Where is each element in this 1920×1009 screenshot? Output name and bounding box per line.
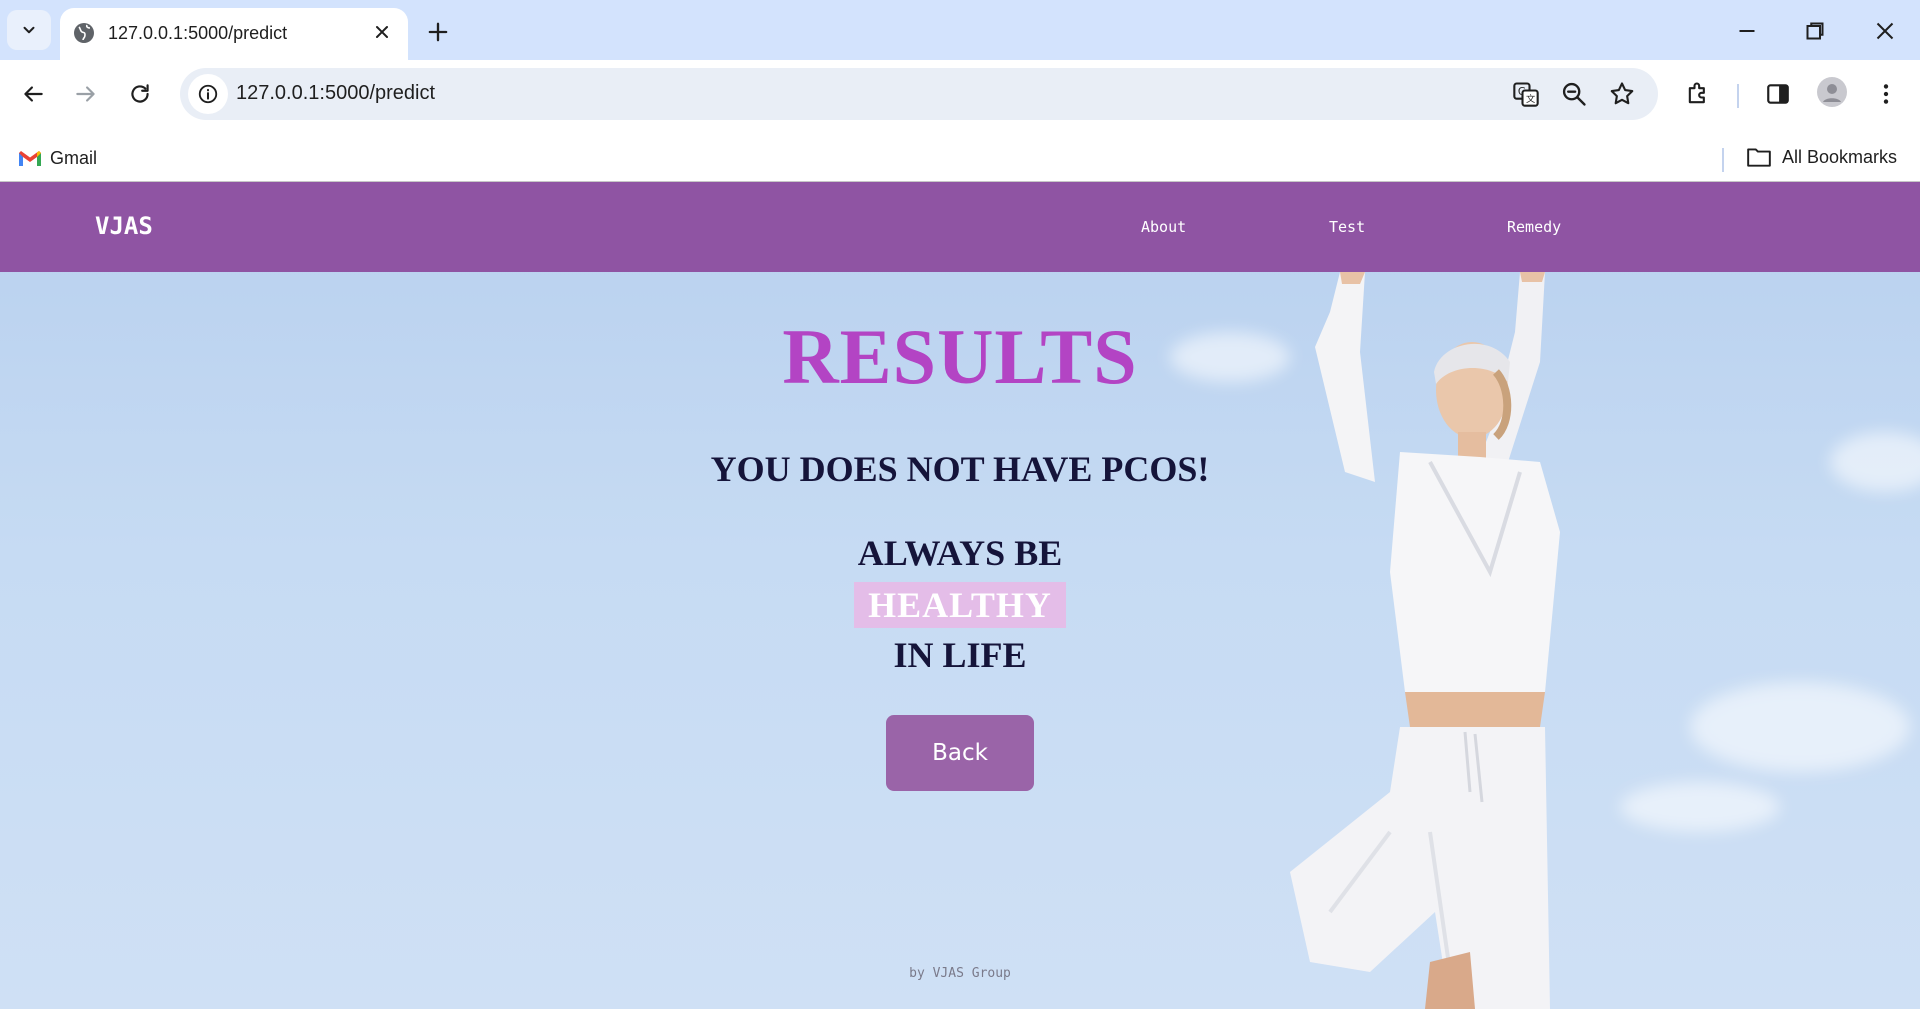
avatar [1817,77,1847,107]
reload-icon [131,84,149,103]
zoom-out-icon[interactable] [1560,80,1588,108]
menu-button[interactable] [1870,78,1902,110]
nav-remedy[interactable]: Remedy [1507,218,1561,236]
all-bookmarks-button[interactable]: All Bookmarks [1746,146,1897,168]
browser-toolbar: 127.0.0.1:5000/predict G文 Gmail All Book… [0,60,1920,190]
brand-logo[interactable]: VJAS [95,212,153,240]
healthy-highlight: HEALTHY [854,582,1066,628]
footer-credit: by VJAS Group [909,966,1011,981]
puzzle-icon [1688,82,1705,104]
tab-strip: 127.0.0.1:5000/predict [0,0,1920,60]
toolbar-divider [1737,84,1739,108]
forward-nav-button[interactable] [70,78,102,110]
side-panel-button[interactable] [1762,78,1794,110]
tab-search-button[interactable] [7,10,51,50]
cloud [1620,782,1780,832]
page-viewport: VJAS About Test Remedy RESULTS YOU DOES … [0,182,1920,1009]
tab-title: 127.0.0.1:5000/predict [108,23,288,43]
star-icon[interactable] [1608,80,1636,108]
bookmark-gmail-label: Gmail [50,148,98,168]
info-icon [198,84,218,104]
globe-icon [74,23,94,43]
close-window-icon[interactable] [1870,16,1900,46]
side-panel-icon [1767,84,1789,104]
nav-about[interactable]: About [1141,218,1186,236]
gmail-icon [19,150,41,166]
browser-tab[interactable]: 127.0.0.1:5000/predict [60,8,408,60]
folder-icon [1747,148,1771,167]
reload-button[interactable] [124,78,156,110]
extensions-button[interactable] [1682,78,1714,110]
site-navbar: VJAS About Test Remedy [0,182,1920,272]
back-button[interactable]: Back [886,715,1034,791]
bookmark-gmail[interactable]: Gmail [18,148,97,169]
svg-text:文: 文 [1526,93,1535,105]
translate-icon[interactable]: G文 [1512,80,1540,108]
bookmarks-bar: Gmail All Bookmarks [0,136,1920,180]
minimize-icon[interactable] [1732,16,1762,46]
results-heading: RESULTS [782,313,1138,400]
bookmarks-divider [1722,148,1724,172]
address-bar[interactable]: 127.0.0.1:5000/predict G文 [180,68,1658,120]
nav-test[interactable]: Test [1329,218,1365,236]
verdict-text: YOU DOES NOT HAVE PCOS! [710,449,1210,489]
restore-icon[interactable] [1800,16,1830,46]
all-bookmarks-label: All Bookmarks [1782,146,1898,167]
chevron-down-icon [23,26,35,34]
back-nav-button[interactable] [17,78,49,110]
site-info-button[interactable] [188,74,228,114]
cloud [1690,682,1910,772]
close-icon[interactable] [370,20,394,44]
url-text[interactable]: 127.0.0.1:5000/predict [236,82,435,105]
arrow-left-icon [24,86,43,102]
arrow-right-icon [76,86,95,102]
profile-button[interactable] [1816,76,1848,108]
plus-icon[interactable] [424,18,452,46]
message-line-3: IN LIFE [893,635,1027,675]
message-line-1: ALWAYS BE [857,533,1063,573]
message-highlight-row: HEALTHY [0,582,1920,628]
more-vertical-icon [1883,84,1889,104]
